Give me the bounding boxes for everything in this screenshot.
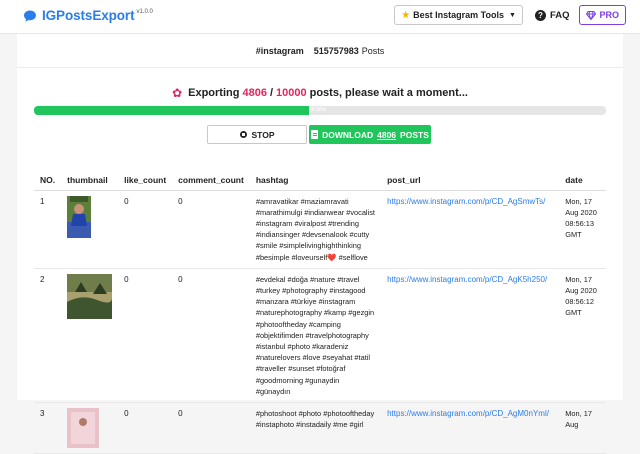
post-url-link[interactable]: https://www.instagram.com/p/CD_AgM0nYml/ (387, 409, 549, 418)
exported-count: 4806 (242, 87, 267, 99)
post-count: 515757983 (313, 45, 359, 56)
heart-icon: ❤️ (327, 252, 337, 262)
post-url-cell: https://www.instagram.com/p/CD_AgK5h250/ (381, 268, 560, 403)
col-post-url[interactable]: post_url (381, 170, 560, 191)
table-row: 1 0 0 #amravatikar #maziamravati #marath… (34, 190, 606, 269)
faq-label: FAQ (549, 9, 570, 21)
stop-label: STOP (251, 129, 275, 140)
post-count-unit: Posts (361, 45, 385, 56)
thumbnail-image[interactable] (67, 195, 92, 238)
chat-bubble-icon (24, 10, 36, 22)
like-count: 0 (118, 402, 173, 454)
col-thumbnail[interactable]: thumbnail (61, 170, 119, 191)
main-card: #instagram 515757983 Posts ✿ Exporting 4… (17, 34, 623, 454)
col-hashtag[interactable]: hashtag (249, 170, 382, 191)
navbar: IGPostsExport v1.0.0 ★ Best Instagram To… (0, 0, 640, 34)
export-total: 10000 (276, 87, 307, 99)
hashtags: #photoshoot #photo #photooftheday #insta… (249, 402, 382, 454)
hashtags: #evdekal #doğa #nature #travel #turkey #… (249, 268, 382, 403)
best-tools-dropdown[interactable]: ★ Best Instagram Tools ▼ (394, 5, 523, 25)
comment-count: 0 (172, 402, 250, 454)
document-icon (311, 130, 319, 139)
col-comment-count[interactable]: comment_count (172, 170, 250, 191)
download-button[interactable]: DOWNLOAD 4806 POSTS (309, 125, 431, 144)
progress-fill (34, 106, 309, 115)
download-suffix: POSTS (400, 129, 429, 140)
pro-button[interactable]: PRO (579, 5, 626, 25)
hashtag-label: #instagram (255, 45, 304, 56)
gear-icon: ✿ (172, 86, 183, 100)
diamond-icon (586, 10, 597, 20)
search-summary: #instagram 515757983 Posts (17, 34, 623, 68)
col-no[interactable]: NO. (34, 170, 62, 191)
like-count: 0 (118, 268, 173, 403)
brand-name: IGPostsExport (42, 8, 135, 23)
post-url-link[interactable]: https://www.instagram.com/p/CD_AgSmwTs/ (387, 197, 545, 206)
thumbnail-cell (61, 402, 119, 454)
chevron-down-icon: ▼ (509, 11, 516, 19)
pro-label: PRO (599, 10, 619, 20)
post-url-link[interactable]: https://www.instagram.com/p/CD_AgK5h250/ (387, 275, 547, 284)
best-tools-label: Best Instagram Tools (413, 10, 505, 20)
table-row: 2 0 0 #evdekal #doğa #nature #travel #tu… (34, 268, 606, 403)
posts-table: NO. thumbnail like_count comment_count h… (34, 170, 606, 454)
question-circle-icon: ? (534, 9, 546, 21)
thumbnail-cell (61, 268, 119, 403)
thumbnail-cell (61, 190, 119, 269)
version-label: v1.0.0 (136, 8, 153, 15)
row-number: 1 (34, 190, 62, 269)
export-separator: / (269, 87, 274, 99)
progress-label: 48.06% (309, 107, 326, 113)
row-number: 2 (34, 268, 62, 403)
hashtags: #amravatikar #maziamravati #marathimulgi… (249, 190, 382, 269)
brand[interactable]: IGPostsExport v1.0.0 (23, 8, 153, 23)
download-prefix: DOWNLOAD (322, 129, 374, 140)
export-status: ✿ Exporting 4806 / 10000 posts, please w… (17, 86, 623, 100)
post-url-cell: https://www.instagram.com/p/CD_AgSmwTs/ (381, 190, 560, 269)
col-like-count[interactable]: like_count (118, 170, 173, 191)
table-header-row: NO. thumbnail like_count comment_count h… (34, 170, 606, 191)
table-row: 3 0 0 #photoshoot #photo #photooftheday … (34, 402, 606, 454)
faq-link[interactable]: ? FAQ (534, 9, 570, 21)
star-icon: ★ (401, 9, 411, 21)
col-date[interactable]: date (559, 170, 606, 191)
post-url-cell: https://www.instagram.com/p/CD_AgM0nYml/ (381, 402, 560, 454)
thumbnail-image[interactable] (67, 407, 100, 448)
row-number: 3 (34, 402, 62, 454)
stop-button[interactable]: STOP (207, 125, 307, 144)
hashtag-text-end: #selflove (338, 252, 368, 262)
post-date: Mon, 17 Aug 2020 08:56:12 GMT (559, 268, 606, 403)
download-count: 4806 (377, 129, 397, 140)
comment-count: 0 (172, 268, 250, 403)
post-date: Mon, 17 Aug 2020 08:56:13 GMT (559, 190, 606, 269)
thumbnail-image[interactable] (67, 273, 113, 319)
stop-circle-icon (239, 131, 247, 138)
export-suffix: posts, please wait a moment... (309, 87, 468, 99)
comment-count: 0 (172, 190, 250, 269)
export-prefix: Exporting (188, 87, 240, 99)
like-count: 0 (118, 190, 173, 269)
post-date: Mon, 17 Aug (559, 402, 606, 454)
